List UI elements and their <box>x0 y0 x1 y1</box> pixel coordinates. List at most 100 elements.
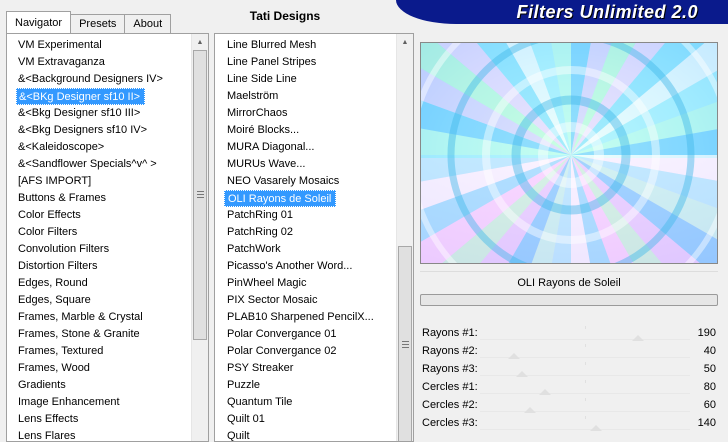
filters-unlimited-window: Navigator Presets About Tati Designs Fil… <box>0 0 728 442</box>
filter-list-item[interactable]: PatchWork <box>215 241 374 258</box>
scrollbar-grip-icon <box>197 197 204 198</box>
slider-thumb-icon[interactable] <box>631 335 644 341</box>
filter-scrollbar[interactable]: ▲ <box>396 34 413 441</box>
category-list-item[interactable]: [AFS IMPORT] <box>7 173 163 190</box>
sun-rays <box>421 43 717 263</box>
slider-track[interactable] <box>480 411 690 412</box>
parameter-value: 190 <box>697 327 716 339</box>
scrollbar-thumb[interactable] <box>193 50 207 340</box>
filter-list-item[interactable]: OLI Rayons de Soleil <box>224 190 337 207</box>
category-list-item[interactable]: Distortion Filters <box>7 258 163 275</box>
category-list-item[interactable]: Color Filters <box>7 224 163 241</box>
category-list-item[interactable]: Image Enhancement <box>7 394 163 411</box>
filter-list-item[interactable]: Quantum Tile <box>215 394 374 411</box>
category-list-item[interactable]: &<Bkg Designer sf10 III> <box>7 105 163 122</box>
category-list[interactable]: VM Experimental VM Extravaganza &<Backgrou… <box>6 33 209 442</box>
slider-track[interactable] <box>480 339 690 340</box>
filter-list-item[interactable]: Moiré Blocks... <box>215 122 374 139</box>
parameter-value: 60 <box>703 399 716 411</box>
filter-list-item[interactable]: PatchRing 02 <box>215 224 374 241</box>
filter-list-item[interactable]: PSY Streaker <box>215 360 374 377</box>
filter-list-item[interactable]: PatchRing 01 <box>215 207 374 224</box>
category-list-item[interactable]: Frames, Marble & Crystal <box>7 309 163 326</box>
filter-list-item[interactable]: Maelström <box>215 88 374 105</box>
filter-list-item[interactable]: Picasso's Another Word... <box>215 258 374 275</box>
category-scrollbar[interactable]: ▲ <box>191 34 208 441</box>
filter-list-item[interactable]: Quilt 01 <box>215 411 374 428</box>
slider-thumb-icon[interactable] <box>539 389 552 395</box>
slider-thumb-icon[interactable] <box>524 407 537 413</box>
category-list-item[interactable]: &<BKg Designer sf10 II> <box>16 88 146 105</box>
tab-navigator[interactable]: Navigator <box>6 11 72 33</box>
render-progress-bar <box>420 294 718 306</box>
category-list-item[interactable]: &<Kaleidoscope> <box>7 139 163 156</box>
parameter-slider[interactable]: Cercles #2: 60 <box>420 396 720 414</box>
scroll-up-arrow-icon[interactable]: ▲ <box>192 34 208 50</box>
slider-track[interactable] <box>480 429 690 430</box>
slider-thumb-icon[interactable] <box>516 371 528 377</box>
slider-thumb-icon[interactable] <box>589 425 602 431</box>
parameter-label: Rayons #3: <box>422 363 478 375</box>
filter-list-item[interactable]: MirrorChaos <box>215 105 374 122</box>
filter-list-item[interactable]: Line Side Line <box>215 71 374 88</box>
category-list-item[interactable]: Lens Effects <box>7 411 163 428</box>
filter-list-item[interactable]: PinWheel Magic <box>215 275 374 292</box>
category-list-item[interactable]: Buttons & Frames <box>7 190 163 207</box>
category-title: Tati Designs <box>249 9 321 23</box>
app-banner: Filters Unlimited 2.0 <box>396 0 728 24</box>
filter-list-item[interactable]: Line Panel Stripes <box>215 54 374 71</box>
category-list-item[interactable]: VM Extravaganza <box>7 54 163 71</box>
filter-list-item[interactable]: NEO Vasarely Mosaics <box>215 173 374 190</box>
category-list-item[interactable]: &<Sandflower Specials^v^ > <box>7 156 163 173</box>
scrollbar-grip-icon <box>402 344 409 345</box>
category-list-item[interactable]: &<Bkg Designers sf10 IV> <box>7 122 163 139</box>
scrollbar-grip-icon <box>402 347 409 348</box>
category-list-item[interactable]: Gradients <box>7 377 163 394</box>
scrollbar-grip-icon <box>402 341 409 342</box>
parameter-label: Rayons #1: <box>422 327 478 339</box>
category-list-item[interactable]: VM Experimental <box>7 37 163 54</box>
filter-list-item[interactable]: Polar Convergance 02 <box>215 343 374 360</box>
scrollbar-thumb[interactable] <box>398 246 412 441</box>
category-list-item[interactable]: Color Effects <box>7 207 163 224</box>
tab-bar: Navigator Presets About <box>6 11 172 33</box>
filter-list[interactable]: Line Blurred Mesh Line Panel Stripes Line … <box>214 33 414 442</box>
parameter-slider[interactable]: Cercles #3: 140 <box>420 414 720 432</box>
scrollbar-grip-icon <box>197 194 204 195</box>
slider-track[interactable] <box>480 375 690 376</box>
category-list-item[interactable]: Convolution Filters <box>7 241 163 258</box>
tab-about[interactable]: About <box>124 14 172 33</box>
category-list-item[interactable]: Edges, Round <box>7 275 163 292</box>
parameter-value: 140 <box>697 417 716 429</box>
category-items: VM Experimental VM Extravaganza &<Backgrou… <box>7 37 163 441</box>
parameter-value: 50 <box>703 363 716 375</box>
filter-list-item[interactable]: Puzzle <box>215 377 374 394</box>
slider-track[interactable] <box>480 393 690 394</box>
filter-list-item[interactable]: MURUs Wave... <box>215 156 374 173</box>
filter-list-item[interactable]: Polar Convergance 01 <box>215 326 374 343</box>
category-list-item[interactable]: Frames, Stone & Granite <box>7 326 163 343</box>
parameter-slider[interactable]: Rayons #2: 40 <box>420 342 720 360</box>
filter-list-item[interactable]: Quilt <box>215 428 374 441</box>
category-list-item[interactable]: Frames, Wood <box>7 360 163 377</box>
category-list-item[interactable]: Frames, Textured <box>7 343 163 360</box>
slider-center-tick <box>585 362 586 365</box>
filter-list-item[interactable]: Line Blurred Mesh <box>215 37 374 54</box>
filter-list-item[interactable]: PIX Sector Mosaic <box>215 292 374 309</box>
category-list-item[interactable]: Lens Flares <box>7 428 163 441</box>
scroll-up-arrow-icon[interactable]: ▲ <box>397 34 413 50</box>
filter-list-item[interactable]: MURA Diagonal... <box>215 139 374 156</box>
preview-sunburst-image <box>421 43 717 263</box>
app-title: Filters Unlimited 2.0 <box>516 2 698 22</box>
slider-thumb-icon[interactable] <box>507 353 520 359</box>
category-list-item[interactable]: &<Background Designers IV> <box>7 71 163 88</box>
parameter-slider[interactable]: Rayons #1: 190 <box>420 324 720 342</box>
parameter-slider[interactable]: Cercles #1: 80 <box>420 378 720 396</box>
filter-list-item[interactable]: PLAB10 Sharpened PencilX... <box>215 309 374 326</box>
tab-presets[interactable]: Presets <box>70 14 126 33</box>
selected-filter-name: OLI Rayons de Soleil <box>420 271 718 293</box>
parameter-value: 40 <box>703 345 716 357</box>
parameter-slider[interactable]: Rayons #3: 50 <box>420 360 720 378</box>
category-list-item[interactable]: Edges, Square <box>7 292 163 309</box>
parameter-label: Cercles #1: <box>422 381 478 393</box>
